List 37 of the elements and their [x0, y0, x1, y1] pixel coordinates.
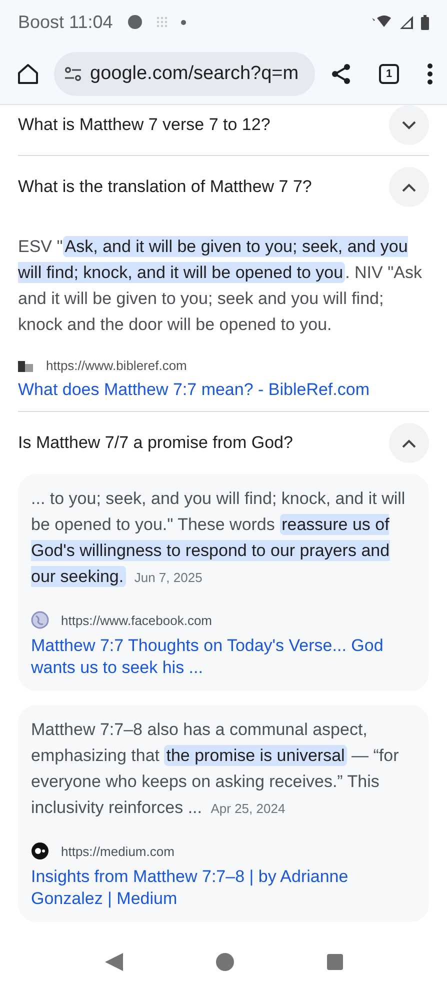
chevron-icon	[402, 182, 416, 192]
battery-icon	[421, 14, 429, 30]
source-url: https://medium.com	[61, 844, 174, 858]
dot-icon	[180, 20, 186, 24]
home-circle-icon[interactable]	[216, 953, 234, 971]
wifi-icon	[372, 15, 392, 29]
home-icon[interactable]	[16, 62, 40, 86]
grid-icon	[156, 17, 167, 27]
expand-toggle-button[interactable]	[389, 105, 429, 145]
answer-text: ESV "Ask, and it will be given to you; seek, and you will find; knock, and it will be opened to you. NIV "Ask and it will be given to you; seek and you will find; knock and the door will be opened to you.	[18, 235, 423, 336]
question-text[interactable]: What is Matthew 7 verse 7 to 12?	[18, 115, 270, 135]
tab-switcher-button[interactable]: 1	[379, 64, 399, 84]
circle-icon	[126, 14, 143, 30]
share-icon[interactable]	[329, 62, 353, 86]
chevron-icon	[402, 438, 416, 448]
source-url: https://www.bibleref.com	[46, 358, 187, 373]
address-bar[interactable]: google.com/search?q=m	[54, 52, 315, 96]
carrier-name: Boost	[18, 12, 64, 32]
back-icon[interactable]	[104, 953, 122, 971]
recents-icon[interactable]	[326, 954, 342, 970]
source-url: https://www.facebook.com	[61, 612, 212, 628]
tune-icon	[64, 67, 82, 81]
globe-icon	[31, 611, 49, 629]
clock: 11:04	[69, 12, 113, 32]
result-link[interactable]: What does Matthew 7:7 mean? - BibleRef.com	[18, 379, 429, 401]
more-icon[interactable]	[427, 63, 433, 85]
books-icon	[18, 358, 34, 372]
snippet-text: Matthew 7:7–8 also has a communal aspect, emphasizing that the promise is universal — “for everyone who keeps on asking receives.” This inclusivity reinforces ... Apr 25, 2024	[31, 719, 400, 819]
signal-icon	[400, 16, 413, 28]
question-text[interactable]: What is the translation of Matthew 7 7?	[18, 177, 312, 197]
result-link[interactable]: Matthew 7:7 Thoughts on Today's Verse... God wants us to seek his ...	[31, 635, 416, 679]
result-link[interactable]: Insights from Matthew 7:7–8 | by Adrianne Gonzalez | Medium	[31, 866, 416, 910]
expand-toggle-button[interactable]	[389, 423, 429, 463]
expand-toggle-button[interactable]	[389, 167, 429, 207]
chevron-icon	[402, 120, 416, 130]
question-text[interactable]: Is Matthew 7/7 a promise from God?	[18, 433, 293, 453]
circle-logo-icon	[31, 842, 49, 860]
